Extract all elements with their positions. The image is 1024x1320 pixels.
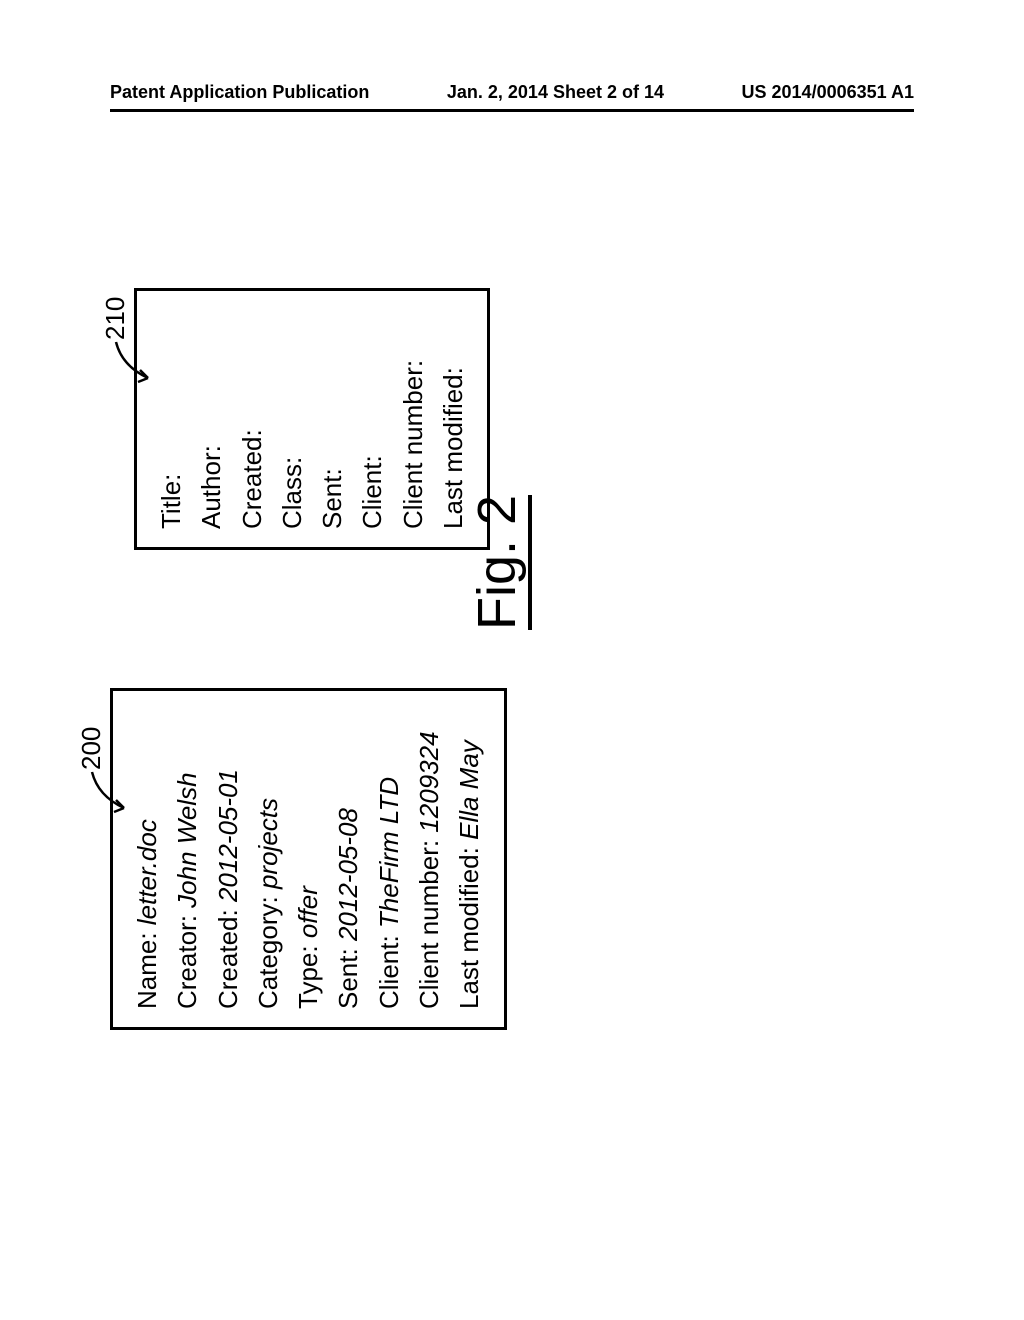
- header-center: Jan. 2, 2014 Sheet 2 of 14: [447, 82, 664, 103]
- row: Sent: 2012-05-08: [328, 709, 368, 1009]
- row: Client number:: [393, 309, 433, 529]
- row: Name: letter.doc: [127, 709, 167, 1009]
- row: Sent:: [312, 309, 352, 529]
- header-left: Patent Application Publication: [110, 82, 369, 103]
- row: Created:: [232, 309, 272, 529]
- figure-label: Fig. 2: [470, 495, 532, 630]
- row: Type: offer: [288, 709, 328, 1009]
- reference-numeral-210: 210: [100, 297, 131, 340]
- page-header: Patent Application Publication Jan. 2, 2…: [110, 82, 914, 112]
- metadata-box-200: Name: letter.doc Creator: John Welsh Cre…: [110, 688, 507, 1030]
- row: Class:: [272, 309, 312, 529]
- header-right: US 2014/0006351 A1: [742, 82, 914, 103]
- row: Creator: John Welsh: [167, 709, 207, 1009]
- row: Client: TheFirm LTD: [369, 709, 409, 1009]
- rotated-figure: 200 Name: letter.doc Creator: John Welsh…: [70, 190, 970, 1090]
- row: Client number: 1209324: [409, 709, 449, 1009]
- row: Last modified: Ella May: [449, 709, 489, 1009]
- row: Client:: [352, 309, 392, 529]
- reference-numeral-200: 200: [76, 727, 107, 770]
- metadata-box-210: Title: Author: Created: Class: Sent: Cli…: [134, 288, 490, 550]
- figure-area: 200 Name: letter.doc Creator: John Welsh…: [90, 190, 940, 1090]
- row: Created: 2012-05-01: [208, 709, 248, 1009]
- row: Author:: [191, 309, 231, 529]
- row: Title:: [151, 309, 191, 529]
- row: Category: projects: [248, 709, 288, 1009]
